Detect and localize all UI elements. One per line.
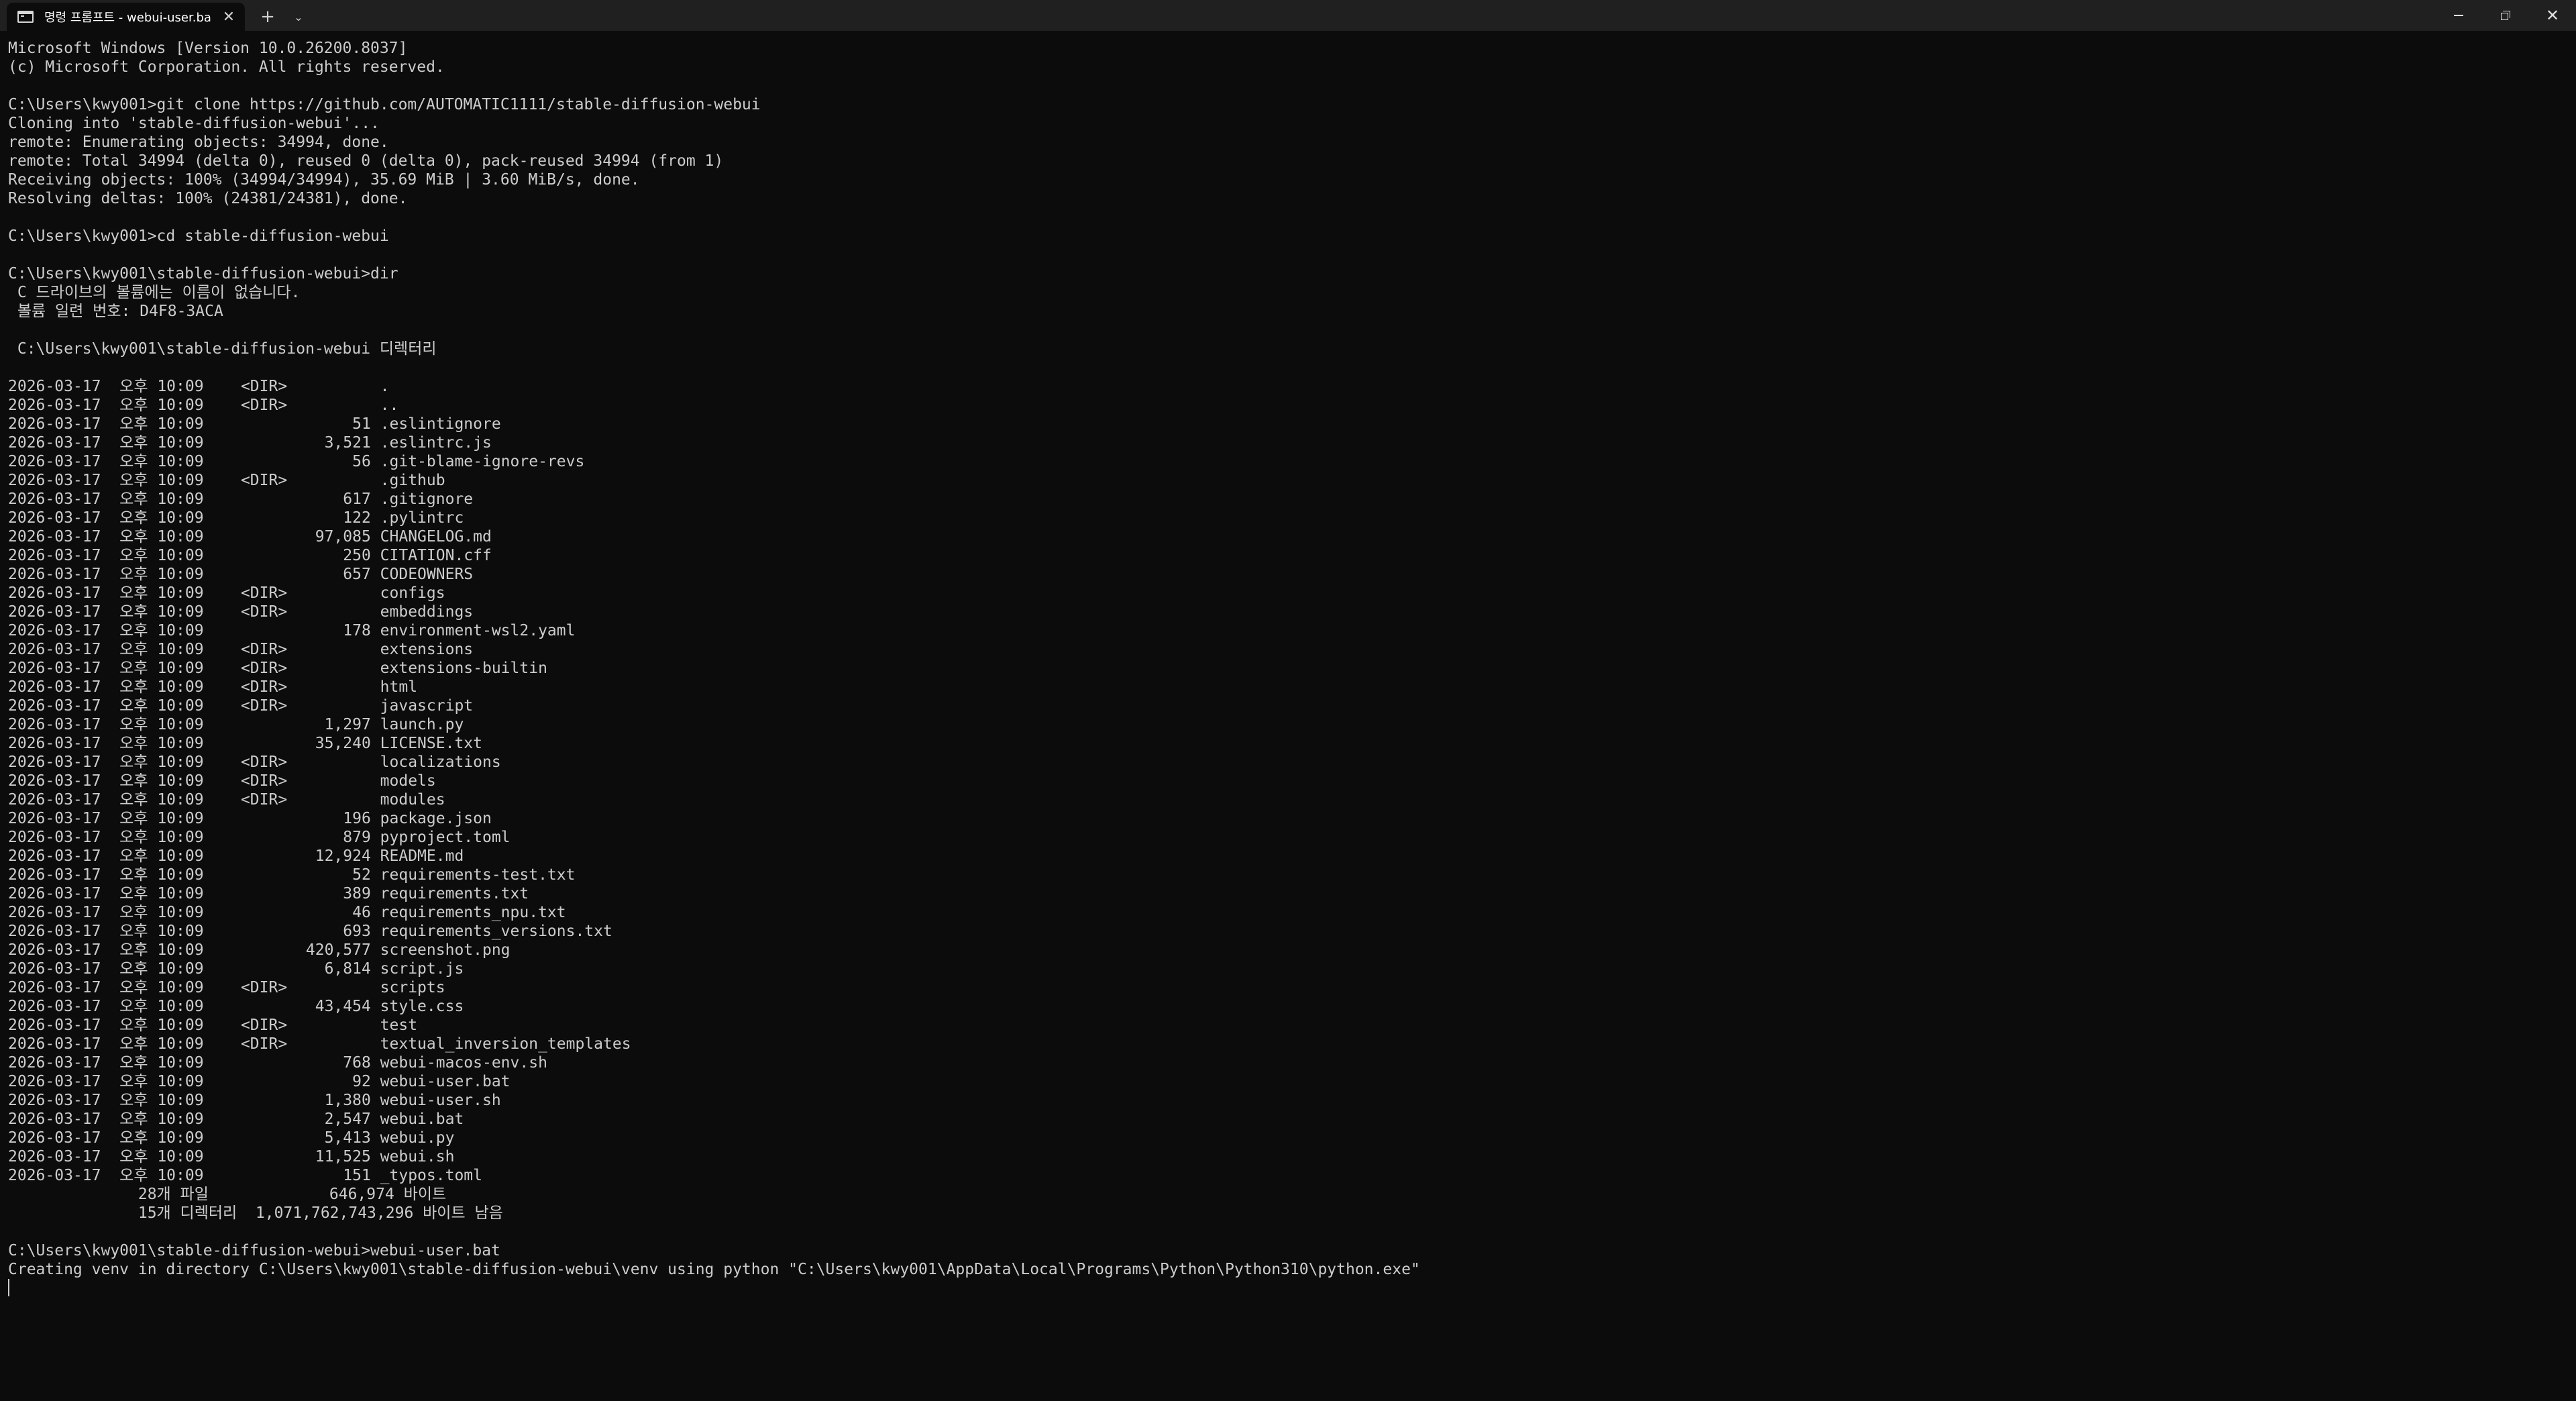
terminal-line: 2026-03-17 오후 10:09 250 CITATION.cff [8, 547, 492, 564]
terminal-line: 2026-03-17 오후 10:09 <DIR> localizations [8, 754, 501, 771]
terminal-line: 2026-03-17 오후 10:09 97,085 CHANGELOG.md [8, 528, 492, 546]
terminal-line: 2026-03-17 오후 10:09 <DIR> modules [8, 791, 445, 809]
terminal-line: 2026-03-17 오후 10:09 3,521 .eslintrc.js [8, 434, 492, 452]
terminal-line: 2026-03-17 오후 10:09 <DIR> html [8, 678, 418, 696]
terminal-line: 28개 파일 646,974 바이트 [8, 1186, 447, 1203]
terminal-line: (c) Microsoft Corporation. All rights re… [8, 58, 445, 76]
terminal-line: 2026-03-17 오후 10:09 <DIR> . [8, 378, 390, 395]
terminal-line: C:\Users\kwy001\stable-diffusion-webui>d… [8, 265, 398, 282]
terminal-line: 2026-03-17 오후 10:09 657 CODEOWNERS [8, 566, 474, 583]
close-window-button[interactable]: ✕ [2529, 0, 2576, 31]
terminal-prompt-line[interactable] [8, 1279, 2557, 1298]
terminal-line: Cloning into 'stable-diffusion-webui'... [8, 115, 380, 132]
terminal-line: 2026-03-17 오후 10:09 <DIR> javascript [8, 697, 474, 715]
chevron-down-icon[interactable]: ⌄ [286, 3, 311, 31]
terminal-line: 2026-03-17 오후 10:09 5,413 webui.py [8, 1129, 455, 1147]
terminal-line: 2026-03-17 오후 10:09 389 requirements.txt [8, 885, 529, 902]
terminal-line: 2026-03-17 오후 10:09 122 .pylintrc [8, 509, 464, 527]
terminal-line: 2026-03-17 오후 10:09 56 .git-blame-ignore… [8, 453, 585, 470]
terminal-line: 2026-03-17 오후 10:09 35,240 LICENSE.txt [8, 735, 482, 752]
terminal-line: C 드라이브의 볼륨에는 이름이 없습니다. [8, 284, 301, 301]
terminal-line: 2026-03-17 오후 10:09 <DIR> extensions-bui… [8, 660, 547, 677]
terminal-line: 2026-03-17 오후 10:09 879 pyproject.toml [8, 829, 511, 846]
terminal-line: Microsoft Windows [Version 10.0.26200.80… [8, 40, 408, 57]
minimize-icon [2454, 15, 2463, 16]
tab-title: 명령 프롬프트 - webui-user.ba [44, 11, 211, 25]
tab-close-icon[interactable]: ✕ [217, 5, 241, 29]
terminal-line: Receiving objects: 100% (34994/34994), 3… [8, 171, 640, 189]
terminal-line: 2026-03-17 오후 10:09 1,297 launch.py [8, 716, 464, 733]
terminal-line: C:\Users\kwy001\stable-diffusion-webui>w… [8, 1242, 500, 1259]
terminal-line: 2026-03-17 오후 10:09 11,525 webui.sh [8, 1148, 455, 1165]
terminal-line: 15개 디렉터리 1,071,762,743,296 바이트 남음 [8, 1204, 503, 1222]
terminal-line: 2026-03-17 오후 10:09 <DIR> scripts [8, 979, 445, 996]
terminal-line: Resolving deltas: 100% (24381/24381), do… [8, 190, 408, 207]
tab-command-prompt[interactable]: 명령 프롬프트 - webui-user.ba ✕ [7, 3, 245, 31]
terminal-line: 볼륨 일련 번호: D4F8-3ACA [8, 303, 223, 320]
new-tab-button[interactable]: + [249, 3, 286, 31]
terminal-line: 2026-03-17 오후 10:09 46 requirements_npu.… [8, 904, 566, 921]
terminal-line: 2026-03-17 오후 10:09 43,454 style.css [8, 998, 464, 1015]
close-icon: ✕ [2545, 6, 2560, 25]
terminal-line: 2026-03-17 오후 10:09 196 package.json [8, 810, 492, 827]
terminal-icon [17, 11, 34, 23]
terminal-line: 2026-03-17 오후 10:09 2,547 webui.bat [8, 1110, 464, 1128]
terminal-line: 2026-03-17 오후 10:09 693 requirements_ver… [8, 923, 612, 940]
restore-button[interactable] [2482, 0, 2529, 31]
terminal-line: 2026-03-17 오후 10:09 768 webui-macos-env.… [8, 1054, 547, 1072]
terminal-line: 2026-03-17 오후 10:09 51 .eslintignore [8, 415, 501, 433]
title-bar: 명령 프롬프트 - webui-user.ba ✕ + ⌄ ✕ [0, 0, 2576, 31]
terminal-line: 2026-03-17 오후 10:09 617 .gitignore [8, 490, 474, 508]
terminal-line: 2026-03-17 오후 10:09 <DIR> models [8, 772, 436, 790]
terminal-line: C:\Users\kwy001>git clone https://github… [8, 96, 761, 113]
terminal-line: 2026-03-17 오후 10:09 178 environment-wsl2… [8, 622, 576, 639]
terminal-line: Creating venv in directory C:\Users\kwy0… [8, 1261, 1420, 1278]
terminal-line: 2026-03-17 오후 10:09 151 _typos.toml [8, 1167, 482, 1184]
terminal-line: 2026-03-17 오후 10:09 <DIR> textual_invers… [8, 1035, 631, 1053]
terminal-line: 2026-03-17 오후 10:09 1,380 webui-user.sh [8, 1092, 501, 1109]
terminal-line: remote: Total 34994 (delta 0), reused 0 … [8, 152, 724, 170]
terminal-line: 2026-03-17 오후 10:09 420,577 screenshot.p… [8, 941, 511, 959]
terminal-line: 2026-03-17 오후 10:09 <DIR> .. [8, 397, 399, 414]
terminal-line: 2026-03-17 오후 10:09 <DIR> test [8, 1017, 418, 1034]
terminal-line: 2026-03-17 오후 10:09 52 requirements-test… [8, 866, 576, 884]
terminal-line: 2026-03-17 오후 10:09 <DIR> .github [8, 472, 445, 489]
terminal-line: 2026-03-17 오후 10:09 <DIR> embeddings [8, 603, 474, 621]
terminal-output[interactable]: Microsoft Windows [Version 10.0.26200.80… [8, 39, 2557, 1298]
terminal-window: 명령 프롬프트 - webui-user.ba ✕ + ⌄ ✕ Microsof… [0, 0, 2576, 1401]
terminal-line: remote: Enumerating objects: 34994, done… [8, 134, 389, 151]
terminal-line: 2026-03-17 오후 10:09 <DIR> extensions [8, 641, 474, 658]
terminal-line: 2026-03-17 오후 10:09 <DIR> configs [8, 584, 445, 602]
text-cursor [8, 1279, 9, 1296]
terminal-line: C:\Users\kwy001>cd stable-diffusion-webu… [8, 227, 389, 245]
minimize-button[interactable] [2435, 0, 2482, 31]
terminal-line: 2026-03-17 오후 10:09 12,924 README.md [8, 847, 464, 865]
terminal-line: 2026-03-17 오후 10:09 92 webui-user.bat [8, 1073, 511, 1090]
terminal-line: 2026-03-17 오후 10:09 6,814 script.js [8, 960, 464, 978]
terminal-line: C:\Users\kwy001\stable-diffusion-webui 디… [8, 340, 437, 358]
restore-icon [2501, 11, 2510, 20]
